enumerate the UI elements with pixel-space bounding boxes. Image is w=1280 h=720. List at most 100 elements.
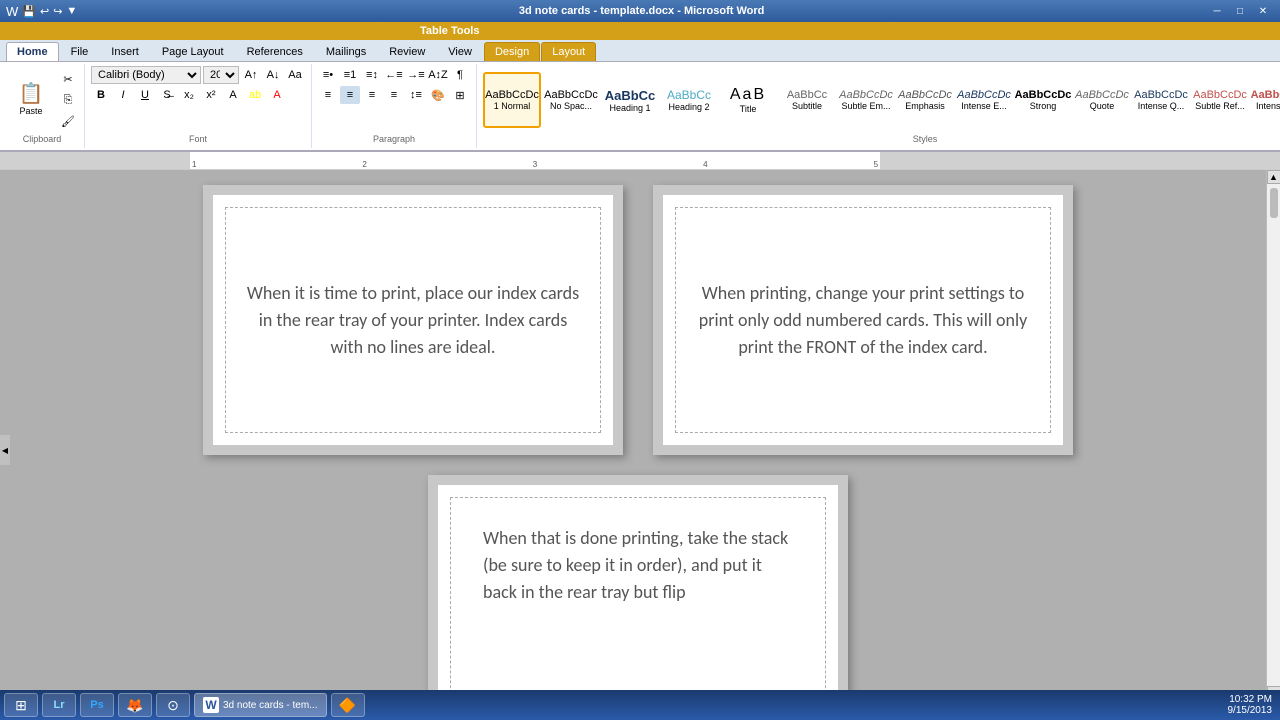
page-row-2: When that is done printing, take the sta… xyxy=(428,475,848,700)
start-button[interactable]: ⊞ xyxy=(4,693,38,717)
strikethrough-button[interactable]: S̶ xyxy=(157,86,177,104)
underline-button[interactable]: U xyxy=(135,86,155,104)
align-center-button[interactable]: ≡ xyxy=(340,86,360,104)
taskbar-photoshop[interactable]: Ps xyxy=(80,693,114,717)
style-intense-ref-preview: AaBbCcDc xyxy=(1251,89,1280,101)
tab-references[interactable]: References xyxy=(236,42,314,61)
style-heading2[interactable]: AaBbCc Heading 2 xyxy=(660,72,718,128)
style-quote[interactable]: AaBbCcDc Quote xyxy=(1073,72,1131,128)
paste-button[interactable]: 📋 Paste xyxy=(6,70,56,130)
title-bar: W 💾 ↩ ↪ ▼ 3d note cards - template.docx … xyxy=(0,0,1280,22)
bullets-button[interactable]: ≡• xyxy=(318,66,338,84)
tab-view[interactable]: View xyxy=(437,42,483,61)
style-intense-em[interactable]: AaBbCcDc Intense E... xyxy=(955,72,1013,128)
style-intense-ref[interactable]: AaBbCcDc Intense R... xyxy=(1250,72,1280,128)
vlc-icon: 🔶 xyxy=(340,697,356,713)
increase-indent-button[interactable]: →≡ xyxy=(406,66,426,84)
numbering-button[interactable]: ≡1 xyxy=(340,66,360,84)
font-size-select[interactable]: 20 xyxy=(203,66,239,84)
scroll-thumb[interactable] xyxy=(1270,188,1278,218)
left-margin-strip: ◀ xyxy=(0,170,10,700)
tab-file[interactable]: File xyxy=(60,42,100,61)
align-right-button[interactable]: ≡ xyxy=(362,86,382,104)
clipboard-content: 📋 Paste ✂ ⎘ 🖌 xyxy=(6,66,78,134)
style-h1-label: Heading 1 xyxy=(609,103,650,113)
document-area[interactable]: When it is time to print, place our inde… xyxy=(10,170,1266,700)
style-intense-quote[interactable]: AaBbCcDc Intense Q... xyxy=(1132,72,1190,128)
style-subtle-ref-preview: AaBbCcDc xyxy=(1193,89,1247,101)
card-1-text[interactable]: When it is time to print, place our inde… xyxy=(213,260,613,381)
close-button[interactable]: ✕ xyxy=(1252,3,1274,19)
style-quote-preview: AaBbCcDc xyxy=(1075,89,1129,101)
page-3: When that is done printing, take the sta… xyxy=(428,475,848,700)
format-painter-button[interactable]: 🖌 xyxy=(58,112,78,130)
card-3-text[interactable]: When that is done printing, take the sta… xyxy=(458,505,818,626)
text-effects-button[interactable]: A xyxy=(223,86,243,104)
style-subtle-ref[interactable]: AaBbCcDc Subtle Ref... xyxy=(1191,72,1249,128)
borders-button[interactable]: ⊞ xyxy=(450,86,470,104)
show-marks-button[interactable]: ¶ xyxy=(450,66,470,84)
tab-layout[interactable]: Layout xyxy=(541,42,596,61)
clear-format-button[interactable]: Aa xyxy=(285,66,305,84)
style-normal[interactable]: AaBbCcDc 1 Normal xyxy=(483,72,541,128)
quick-access-undo[interactable]: ↩ xyxy=(40,5,49,18)
taskbar-firefox[interactable]: 🦊 xyxy=(118,693,152,717)
paste-icon: 📋 xyxy=(19,84,44,104)
multilevel-button[interactable]: ≡↕ xyxy=(362,66,382,84)
increase-font-button[interactable]: A↑ xyxy=(241,66,261,84)
sort-button[interactable]: A↕Z xyxy=(428,66,448,84)
style-h2-label: Heading 2 xyxy=(668,102,709,112)
card-2-text[interactable]: When printing, change your print setting… xyxy=(663,260,1063,381)
line-spacing-button[interactable]: ↕≡ xyxy=(406,86,426,104)
scroll-up-button[interactable]: ▲ xyxy=(1267,170,1280,184)
tab-insert[interactable]: Insert xyxy=(100,42,150,61)
style-title-preview: AaB xyxy=(730,86,766,104)
vertical-scrollbar[interactable]: ▲ ▼ xyxy=(1266,170,1280,700)
tab-home[interactable]: Home xyxy=(6,42,59,61)
tab-review[interactable]: Review xyxy=(378,42,436,61)
copy-button[interactable]: ⎘ xyxy=(58,91,78,109)
tab-page-layout[interactable]: Page Layout xyxy=(151,42,235,61)
taskbar-word[interactable]: W 3d note cards - tem... xyxy=(194,693,327,717)
clipboard-group: 📋 Paste ✂ ⎘ 🖌 Clipboard xyxy=(0,64,85,148)
italic-button[interactable]: I xyxy=(113,86,133,104)
align-left-button[interactable]: ≡ xyxy=(318,86,338,104)
bold-button[interactable]: B xyxy=(91,86,111,104)
style-emphasis[interactable]: AaBbCcDc Emphasis xyxy=(896,72,954,128)
justify-button[interactable]: ≡ xyxy=(384,86,404,104)
taskbar-lightroom[interactable]: Lr xyxy=(42,693,76,717)
clock-area[interactable]: 10:32 PM 9/15/2013 xyxy=(1228,694,1277,716)
superscript-button[interactable]: x² xyxy=(201,86,221,104)
shading-button[interactable]: 🎨 xyxy=(428,86,448,104)
page-row-1: When it is time to print, place our inde… xyxy=(203,185,1073,455)
minimize-button[interactable]: ─ xyxy=(1206,3,1228,19)
decrease-font-button[interactable]: A↓ xyxy=(263,66,283,84)
style-no-space-preview: AaBbCcDc xyxy=(544,89,598,101)
subscript-button[interactable]: x₂ xyxy=(179,86,199,104)
taskbar-chrome[interactable]: ⊙ xyxy=(156,693,190,717)
font-color-button[interactable]: A xyxy=(267,86,287,104)
style-h1-preview: AaBbCc xyxy=(605,88,656,103)
style-title[interactable]: AaB Title xyxy=(719,72,777,128)
style-subtle-em[interactable]: AaBbCcDc Subtle Em... xyxy=(837,72,895,128)
font-family-select[interactable]: Calibri (Body) xyxy=(91,66,201,84)
quick-access-save[interactable]: 💾 xyxy=(22,5,36,18)
quick-access-redo[interactable]: ↪ xyxy=(53,5,62,18)
style-heading1[interactable]: AaBbCc Heading 1 xyxy=(601,72,659,128)
restore-button[interactable]: □ xyxy=(1229,3,1251,19)
style-title-label: Title xyxy=(740,104,757,114)
style-subtitle[interactable]: AaBbCc Subtitle xyxy=(778,72,836,128)
style-strong[interactable]: AaBbCcDc Strong xyxy=(1014,72,1072,128)
quick-access-menu[interactable]: ▼ xyxy=(66,5,77,17)
tab-mailings[interactable]: Mailings xyxy=(315,42,377,61)
taskbar-vlc[interactable]: 🔶 xyxy=(331,693,365,717)
content-area: ◀ When it is time to print, place our in… xyxy=(0,170,1280,700)
ribbon: 📋 Paste ✂ ⎘ 🖌 Clipboard Calibri (Body) xyxy=(0,62,1280,152)
collapse-left-button[interactable]: ◀ xyxy=(0,435,10,465)
highlight-button[interactable]: ab xyxy=(245,86,265,104)
style-intense-ref-label: Intense R... xyxy=(1256,101,1280,111)
tab-design[interactable]: Design xyxy=(484,42,540,61)
style-no-space[interactable]: AaBbCcDc No Spac... xyxy=(542,72,600,128)
cut-button[interactable]: ✂ xyxy=(58,70,78,88)
decrease-indent-button[interactable]: ←≡ xyxy=(384,66,404,84)
